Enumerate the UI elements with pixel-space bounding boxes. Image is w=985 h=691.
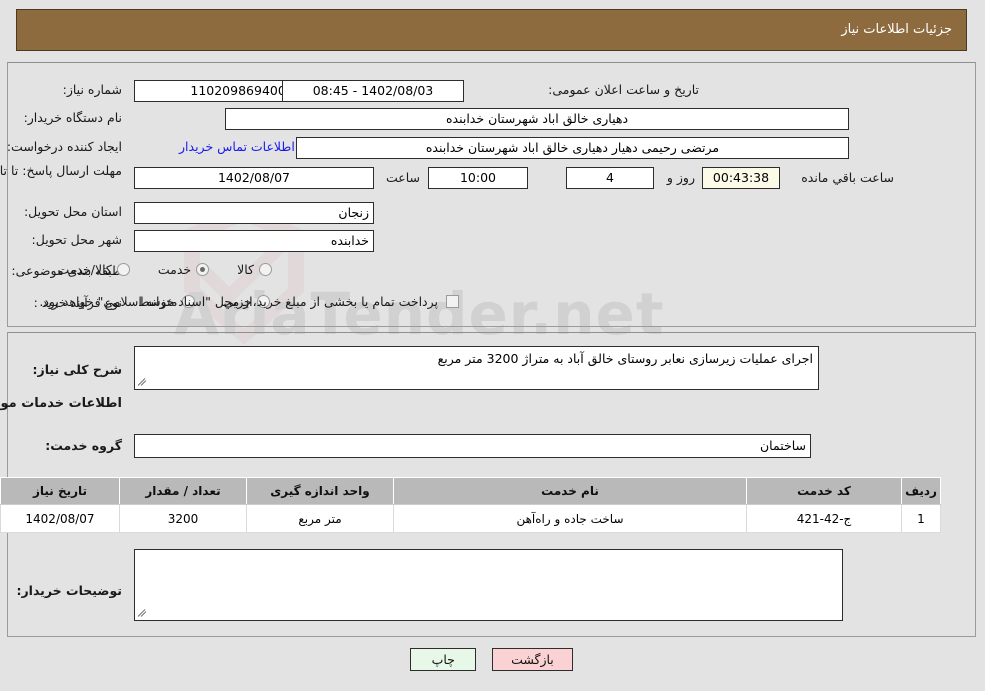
city-field[interactable]: خدابنده	[135, 230, 375, 252]
category-option-1-label: خدمت	[158, 262, 193, 277]
service-group-label: گروه خدمت:	[46, 438, 123, 453]
need-summary-value: اجرای عملیات زیرسازی نعابر روستای خالق آ…	[438, 351, 814, 366]
page-header: جزئیات اطلاعات نیاز	[17, 9, 968, 51]
category-option-2[interactable]: کالا/خدمت	[58, 262, 131, 277]
treasury-checkbox[interactable]	[447, 295, 460, 308]
category-option-0-label: کالا	[238, 262, 255, 277]
need-summary-label: شرح کلی نیاز:	[33, 362, 123, 377]
table-row: 1 ج-42-421 ساخت جاده و راه‌آهن متر مربع …	[1, 504, 942, 533]
services-table-wrapper: ردیف کد خدمت نام خدمت واحد اندازه گیری ت…	[1, 477, 942, 533]
buyer-org-field[interactable]: دهیاری خالق اباد شهرستان خدابنده	[226, 108, 850, 130]
cell-radif: 1	[902, 504, 942, 533]
th-code: کد خدمت	[747, 477, 903, 505]
th-qty: تعداد / مقدار	[120, 477, 248, 505]
print-button[interactable]: چاپ	[411, 648, 478, 671]
cell-name: ساخت جاده و راه‌آهن	[394, 504, 748, 533]
th-unit: واحد اندازه گیری	[247, 477, 395, 505]
services-table: ردیف کد خدمت نام خدمت واحد اندازه گیری ت…	[1, 477, 942, 533]
category-options: کالا خدمت کالا/خدمت	[30, 262, 273, 277]
th-name: نام خدمت	[394, 477, 748, 505]
countdown-label: ساعت باقي مانده	[802, 170, 895, 185]
category-option-2-label: کالا/خدمت	[58, 262, 113, 277]
cell-unit: متر مربع	[247, 504, 395, 533]
creator-field[interactable]: مرتضی رحیمی دهیار دهیاری خالق اباد شهرست…	[297, 137, 850, 159]
footer-buttons: بازگشت چاپ	[0, 648, 985, 671]
countdown-field: 00:43:38	[703, 167, 781, 189]
category-option-1[interactable]: خدمت	[158, 262, 211, 277]
cell-date: 1402/08/07	[1, 504, 121, 533]
need-summary-textarea[interactable]: اجرای عملیات زیرسازی نعابر روستای خالق آ…	[135, 346, 820, 390]
resize-grip-icon[interactable]	[138, 376, 150, 388]
resize-grip-icon-2[interactable]	[138, 607, 150, 619]
service-group-field[interactable]: ساختمان	[135, 434, 812, 458]
buyer-notes-textarea[interactable]	[135, 549, 844, 621]
category-option-0[interactable]: کالا	[238, 262, 273, 277]
back-button[interactable]: بازگشت	[493, 648, 574, 671]
th-date: تاریخ نیاز	[1, 477, 121, 505]
deadline-hour-label: ساعت	[386, 170, 421, 185]
buyer-notes-label: توضیحات خریدار:	[17, 583, 123, 598]
deadline-date-field[interactable]: 1402/08/07	[135, 167, 375, 189]
cell-qty: 3200	[120, 504, 248, 533]
days-left-label: روز و	[667, 170, 696, 185]
announce-datetime-field[interactable]: 1402/08/03 - 08:45	[283, 80, 465, 102]
category-radio-1[interactable]	[197, 263, 211, 276]
days-left-field[interactable]: 4	[567, 167, 655, 189]
table-header-row: ردیف کد خدمت نام خدمت واحد اندازه گیری ت…	[1, 477, 942, 505]
cell-code: ج-42-421	[747, 504, 903, 533]
province-field[interactable]: زنجان	[135, 202, 375, 224]
services-section-title: اطلاعات خدمات مورد نیاز	[0, 396, 123, 411]
deadline-hour-field[interactable]: 10:00	[429, 167, 529, 189]
treasury-option: پرداخت تمام یا بخشی از مبلغ خرید،از محل …	[40, 294, 460, 309]
page-title: جزئیات اطلاعات نیاز	[842, 22, 953, 37]
treasury-text: پرداخت تمام یا بخشی از مبلغ خرید،از محل …	[40, 294, 439, 309]
category-radio-2[interactable]	[117, 263, 131, 276]
buyer-contact-link[interactable]: اطلاعات تماس خریدار	[180, 139, 296, 154]
th-radif: ردیف	[902, 477, 942, 505]
category-radio-0[interactable]	[260, 263, 273, 276]
